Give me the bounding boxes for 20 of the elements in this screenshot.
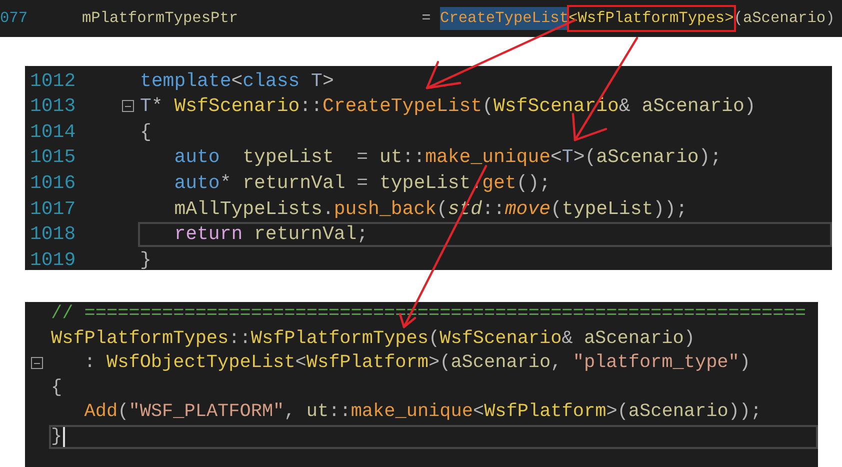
code-line: Add("WSF_PLATFORM", ut::make_unique<WsfPlatform>(aScenario)); [83, 400, 763, 424]
code-line: } [139, 248, 152, 273]
line-number: 1012 [29, 68, 77, 94]
code-line: { [139, 120, 152, 145]
collapse-icon[interactable] [122, 100, 134, 112]
line-number: 1013 [29, 94, 77, 120]
line-number: 1014 [29, 120, 77, 145]
line-number: 077 [0, 8, 29, 30]
code-line: WsfPlatformTypes::WsfPlatformTypes(WsfScenario& aScenario) [50, 326, 696, 351]
code-line: mPlatformTypesPtr = CreateTypeList<WsfPlatformTypes>(aScenario) [80, 5, 837, 32]
code-line: template<class T> [139, 68, 335, 94]
code-line: : WsfObjectTypeList<WsfPlatform>(aScenario, "platform_type") [83, 351, 752, 376]
line-number: 1019 [29, 248, 77, 273]
code-line: { [50, 376, 64, 400]
code-line: auto typeList = ut::make_unique<T>(aScenario); [173, 145, 723, 170]
line-number: 1017 [29, 196, 77, 222]
line-number: 1016 [29, 170, 77, 196]
line-number: 1015 [29, 145, 77, 170]
line-number: 1018 [29, 222, 77, 248]
collapse-icon[interactable] [31, 357, 43, 370]
